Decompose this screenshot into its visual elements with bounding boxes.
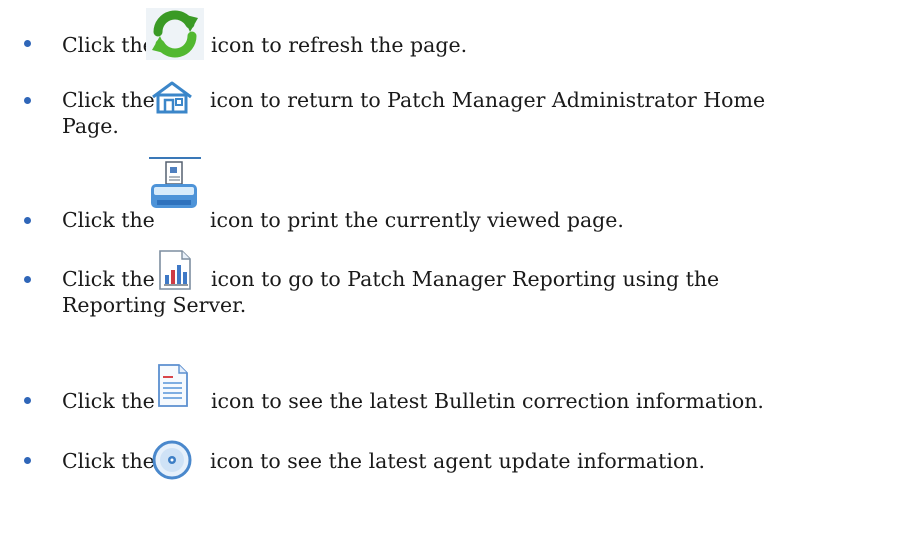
item-text-continuation: Reporting Server. — [62, 293, 247, 317]
item-lead-text: Click the — [62, 389, 155, 413]
item-text: icon to return to Patch Manager Administ… — [210, 88, 766, 112]
item-lead-text: Click the — [62, 267, 155, 291]
bullet-icon — [24, 397, 31, 404]
item-lead-text: Click the — [62, 33, 155, 57]
item-text: icon to see the latest Bulletin correcti… — [211, 389, 764, 413]
bullet-icon — [24, 457, 31, 464]
bulletin-document-icon — [158, 364, 188, 407]
item-text-continuation: Page. — [62, 114, 119, 138]
reporting-icon — [159, 250, 191, 290]
home-icon — [152, 81, 192, 114]
item-text: icon to see the latest agent update info… — [210, 449, 706, 473]
item-text: icon to go to Patch Manager Reporting us… — [211, 267, 720, 291]
print-icon — [149, 157, 201, 208]
item-text: icon to refresh the page. — [211, 33, 468, 57]
item-lead-text: Click the — [62, 208, 155, 232]
bullet-icon — [24, 276, 31, 283]
bullet-icon — [24, 97, 31, 104]
bullet-icon — [24, 40, 31, 47]
refresh-icon — [146, 8, 204, 60]
item-lead-text: Click the — [62, 449, 155, 473]
item-lead-text: Click the — [62, 88, 155, 112]
agent-update-disc-icon — [152, 440, 192, 480]
item-text: icon to print the currently viewed page. — [210, 208, 624, 232]
bullet-icon — [24, 217, 31, 224]
